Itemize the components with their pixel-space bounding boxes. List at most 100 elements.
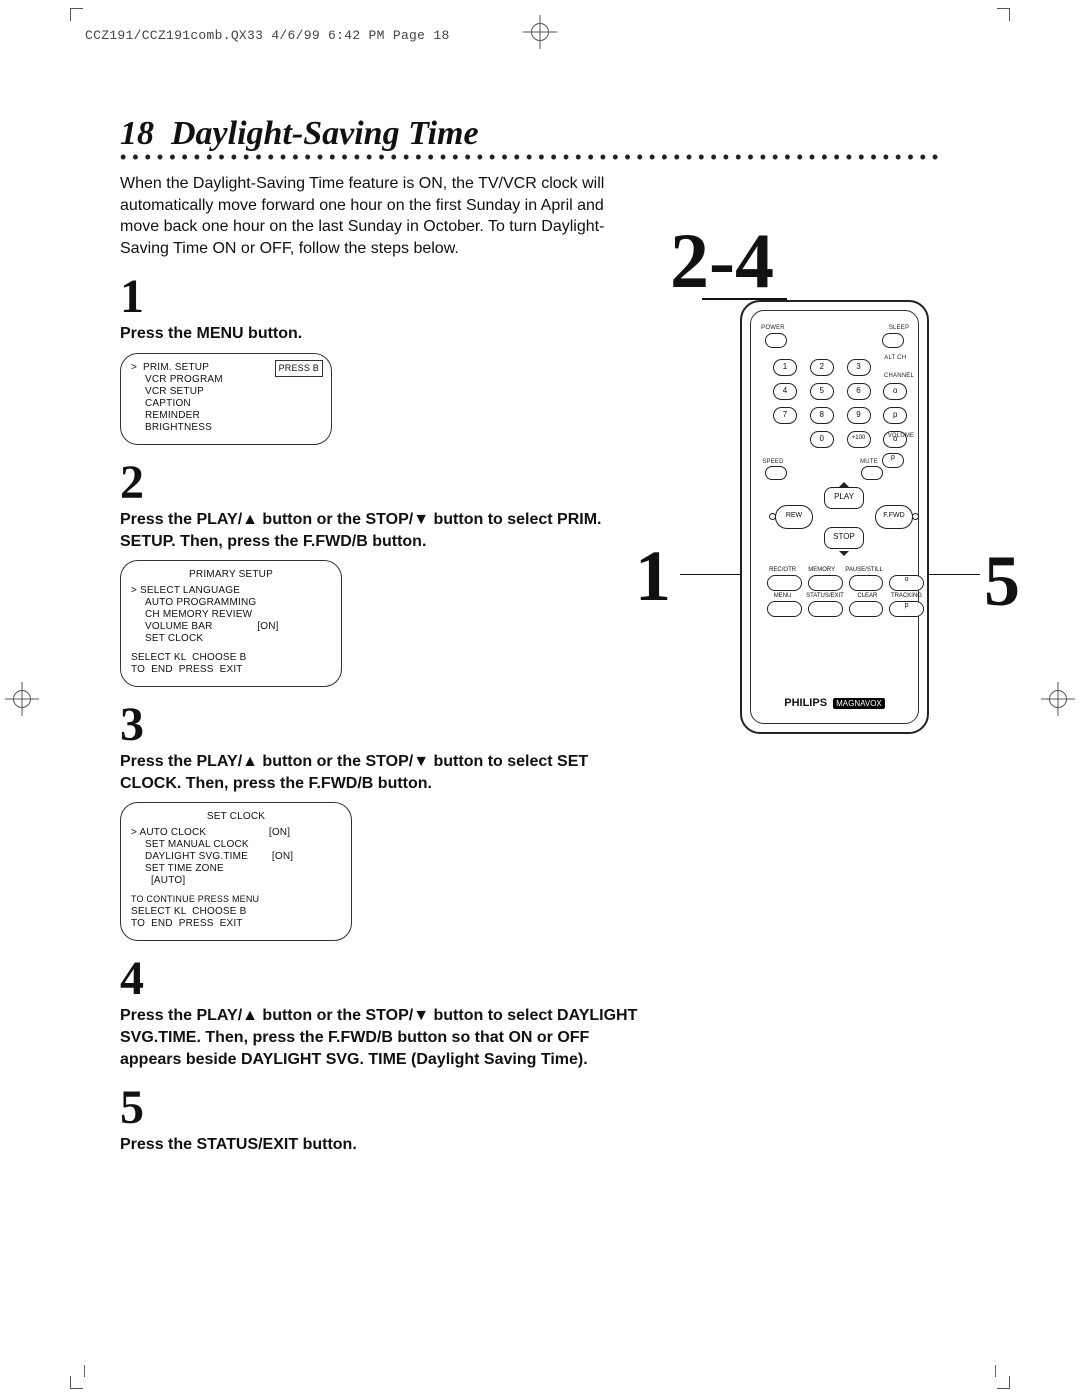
key-4[interactable]: 4 [773,383,797,400]
osd-item: SET CLOCK [131,633,331,645]
pause-still-button[interactable] [849,575,884,591]
power-button[interactable] [765,333,787,348]
mute-button[interactable] [861,466,883,480]
page-title: 18 Daylight-Saving Time [120,115,660,155]
osd-footer: TO END PRESS EXIT [131,664,243,675]
label-channel: CHANNEL [879,373,919,379]
manual-page: CCZ191/CCZ191comb.QX33 4/6/99 6:42 PM Pa… [0,0,1080,1397]
crop-mark [70,1376,83,1389]
key-6[interactable]: 6 [847,383,871,400]
step-text-1: Press the MENU button. [120,323,640,345]
label-power: POWER [753,325,793,331]
osd-item: DAYLIGHT SVG.TIME [ON] [131,851,341,863]
callout-1: 1 [635,540,671,612]
brand-tag: MAGNAVOX [833,698,885,709]
osd-title: PRIMARY SETUP [131,569,331,581]
osd-item: VOLUME BAR [ON] [131,621,331,633]
osd-footer: SELECT KL CHOOSE B [131,906,247,917]
osd-item: VCR SETUP [131,386,321,398]
intro-paragraph: When the Daylight-Saving Time feature is… [120,173,640,259]
key-3[interactable]: 3 [847,359,871,376]
imprint-line: CCZ191/CCZ191comb.QX33 4/6/99 6:42 PM Pa… [85,28,450,43]
osd-item: REMINDER [131,410,321,422]
dotted-rule: ••••••••••••••••••••••••••••••••••••••••… [120,153,940,169]
brand-label: PHILIPS MAGNAVOX [751,697,918,709]
step-text-5: Press the STATUS/EXIT button. [120,1134,640,1156]
register-mark [1041,682,1075,716]
crop-mark [70,8,83,21]
step-number-3: 3 [120,701,660,749]
callout-5: 5 [984,545,1020,617]
speed-button[interactable] [765,466,787,480]
crop-mark [997,8,1010,21]
memory-button[interactable] [808,575,843,591]
rew-button[interactable]: REW [775,505,813,529]
osd-item: AUTO PROGRAMMING [131,597,331,609]
remote-control: POWER SLEEP 1 2 3 ALT CH 4 5 6 o 7 8 9 [740,300,929,734]
osd-footer: TO CONTINUE PRESS MENU [131,894,259,904]
key-ch-dn[interactable]: p [883,407,907,424]
osd-item: SET TIME ZONE [131,863,341,875]
tracking-dn-button[interactable]: p [889,601,924,617]
osd-title: SET CLOCK [131,811,341,823]
osd-item: SET MANUAL CLOCK [131,839,341,851]
key-8[interactable]: 8 [810,407,834,424]
key-5[interactable]: 5 [810,383,834,400]
key-9[interactable]: 9 [847,407,871,424]
step-number-2: 2 [120,459,660,507]
step-number-1: 1 [120,273,660,321]
crop-mark [997,1376,1010,1389]
page-heading: Daylight-Saving Time [171,115,479,152]
menu-button[interactable] [767,601,802,617]
content-column: 18 Daylight-Saving Time ••••••••••••••••… [120,115,660,1156]
osd-item: CH MEMORY REVIEW [131,609,331,621]
osd-footer: SELECT KL CHOOSE B [131,652,247,663]
clear-button[interactable] [849,601,884,617]
osd-set-clock: SET CLOCK > AUTO CLOCK [ON] SET MANUAL C… [120,802,352,941]
step-number-4: 4 [120,955,660,1003]
osd-item: BRIGHTNESS [131,422,321,434]
crop-ticks [0,1376,1080,1377]
osd-footer: TO END PRESS EXIT [131,918,243,929]
rec-otr-button[interactable] [767,575,802,591]
osd-item: PRIM. SETUP [143,362,209,373]
transport-cluster: PLAY REW F.FWD STOP [769,481,919,561]
step-number-5: 5 [120,1084,660,1132]
step-text-4: Press the PLAY/▲ button or the STOP/▼ bu… [120,1005,640,1070]
step-text-3: Press the PLAY/▲ button or the STOP/▼ bu… [120,751,640,794]
osd-primary-setup: PRIMARY SETUP > SELECT LANGUAGE AUTO PRO… [120,560,342,687]
stop-button[interactable]: STOP [824,527,864,549]
label-sleep: SLEEP [879,325,919,331]
osd-item: AUTO CLOCK [ON] [139,827,290,838]
register-mark [523,15,557,49]
brand-name: PHILIPS [784,697,827,709]
label-speed: SPEED [753,459,793,465]
play-button[interactable]: PLAY [824,487,864,509]
remote-figure: 2-4 1 5 POWER SLEEP 1 2 3 ALT CH [660,240,990,860]
osd-item: SELECT LANGUAGE [140,585,240,596]
vol-dn-button[interactable]: p [882,453,904,468]
arrow-down-icon [839,551,849,556]
key-1[interactable]: 1 [773,359,797,376]
register-mark [5,682,39,716]
osd-main-menu: PRESS B > PRIM. SETUP VCR PROGRAM VCR SE… [120,353,332,445]
label-alt-ch: ALT CH [875,355,915,361]
label-volume: VOLUME [881,433,921,439]
dot-icon [912,513,919,520]
sleep-button[interactable] [882,333,904,348]
row2-buttons: p [767,601,922,623]
step-text-2: Press the PLAY/▲ button or the STOP/▼ bu… [120,509,640,552]
key-2[interactable]: 2 [810,359,834,376]
osd-item: CAPTION [131,398,321,410]
key-ch-up[interactable]: o [883,383,907,400]
tracking-up-button[interactable]: o [889,575,924,591]
status-exit-button[interactable] [808,601,843,617]
callout-2-4: 2-4 [670,222,774,300]
key-plus100[interactable]: +100 [847,431,871,448]
key-0[interactable]: 0 [810,431,834,448]
remote-inner: POWER SLEEP 1 2 3 ALT CH 4 5 6 o 7 8 9 [750,310,919,724]
osd-press-hint: PRESS B [275,360,323,377]
ffwd-button[interactable]: F.FWD [875,505,913,529]
osd-item: [AUTO] [131,875,341,887]
key-7[interactable]: 7 [773,407,797,424]
